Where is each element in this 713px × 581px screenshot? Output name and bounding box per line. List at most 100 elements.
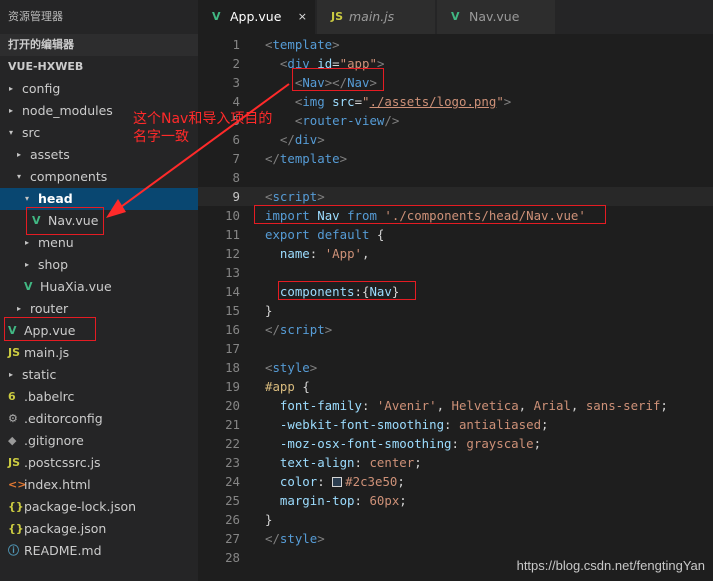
code-text: -webkit-font-smoothing: antialiased; <box>279 417 549 432</box>
code-line[interactable]: 16 </script> <box>198 320 713 339</box>
chevron-right-icon: ▸ <box>8 370 13 379</box>
code-line[interactable]: 12 name: 'App', <box>198 244 713 263</box>
tree-item-label: .gitignore <box>24 433 84 448</box>
code-text: margin-top: 60px; <box>279 493 407 508</box>
tree-item-components[interactable]: ▾ components <box>0 166 198 188</box>
line-number: 17 <box>225 341 240 356</box>
tree-item-config[interactable]: ▸ config <box>0 78 198 100</box>
tree-item-editorconfig[interactable]: ⚙ .editorconfig <box>0 408 198 430</box>
chevron-right-icon: ▸ <box>8 106 13 115</box>
code-text: export default { <box>265 227 385 242</box>
code-line[interactable]: 19 #app { <box>198 377 713 396</box>
highlight-app-file <box>4 317 96 341</box>
code-text: } <box>265 512 273 527</box>
code-line[interactable]: 21 -webkit-font-smoothing: antialiased; <box>198 415 713 434</box>
js-file-icon: JS <box>331 10 344 23</box>
code-line[interactable]: 6 </div> <box>198 130 713 149</box>
git-icon: ◆ <box>8 434 17 447</box>
chevron-right-icon: ▸ <box>16 150 21 159</box>
tree-item-index-html[interactable]: <> index.html <box>0 474 198 496</box>
tree-item-label: src <box>22 125 41 140</box>
tree-item-menu[interactable]: ▸ menu <box>0 232 198 254</box>
code-line[interactable]: 1 <template> <box>198 35 713 54</box>
line-number: 15 <box>225 303 240 318</box>
tree-item-label: package.json <box>24 521 107 536</box>
js-file-icon: JS <box>8 346 21 359</box>
code-line[interactable]: 5 <router-view/> <box>198 111 713 130</box>
highlight-nav-file <box>26 207 104 235</box>
tree-item-label: .editorconfig <box>24 411 103 426</box>
tree-item-label: main.js <box>24 345 70 360</box>
line-number: 2 <box>232 56 240 71</box>
line-number: 28 <box>225 550 240 565</box>
tree-item-gitignore[interactable]: ◆ .gitignore <box>0 430 198 452</box>
tree-item-label: static <box>22 367 57 382</box>
line-number: 11 <box>225 227 240 242</box>
code-line[interactable]: 20 font-family: 'Avenir', Helvetica, Ari… <box>198 396 713 415</box>
code-line[interactable]: 2 <div id="app"> <box>198 54 713 73</box>
tree-item-postcssrc-js[interactable]: JS .postcssrc.js <box>0 452 198 474</box>
tree-item-assets[interactable]: ▸ assets <box>0 144 198 166</box>
tree-item-label: shop <box>38 257 69 272</box>
code-line[interactable]: 27 </style> <box>198 529 713 548</box>
line-number: 23 <box>225 455 240 470</box>
code-line[interactable]: 17 <box>198 339 713 358</box>
vue-file-icon: V <box>212 10 221 23</box>
line-number: 12 <box>225 246 240 261</box>
tree-item-main-js[interactable]: JS main.js <box>0 342 198 364</box>
tree-item-babelrc[interactable]: 6 .babelrc <box>0 386 198 408</box>
tree-item-package-json[interactable]: {} package.json <box>0 518 198 540</box>
code-editor[interactable]: 1 <template> 2 <div id="app"> 3 <Nav></Nav>… <box>198 34 713 581</box>
code-line[interactable]: 4 <img src="./assets/logo.png"> <box>198 92 713 111</box>
code-text: <script> <box>265 189 325 204</box>
tab-label: App.vue <box>230 9 282 24</box>
code-line[interactable]: 26} <box>198 510 713 529</box>
code-line[interactable]: 24 color: #2c3e50; <box>198 472 713 491</box>
tree-item-label: components <box>30 169 108 184</box>
code-line[interactable]: 11 export default { <box>198 225 713 244</box>
info-icon: ⓘ <box>8 544 19 557</box>
line-number: 27 <box>225 531 240 546</box>
tree-item-readme-md[interactable]: ⓘ README.md <box>0 540 198 562</box>
tab-app-vue[interactable]: V App.vue × <box>198 0 316 34</box>
code-line[interactable]: 15} <box>198 301 713 320</box>
code-text: text-align: center; <box>279 455 422 470</box>
code-text: </template> <box>265 151 348 166</box>
code-line[interactable]: 23 text-align: center; <box>198 453 713 472</box>
code-text: </style> <box>265 531 325 546</box>
code-line[interactable]: 14 components:{Nav} <box>198 282 713 301</box>
tree-item-huaxia-vue[interactable]: V HuaXia.vue <box>0 276 198 298</box>
code-text: #app { <box>265 379 310 394</box>
highlight-components <box>278 281 416 300</box>
code-text: name: 'App', <box>279 246 370 261</box>
code-line[interactable]: 9 <script> <box>198 187 713 206</box>
line-number: 18 <box>225 360 240 375</box>
open-editors-section[interactable]: 打开的编辑器 <box>0 34 198 56</box>
tree-item-static[interactable]: ▸ static <box>0 364 198 386</box>
code-line[interactable]: 25 margin-top: 60px; <box>198 491 713 510</box>
close-icon[interactable]: × <box>298 0 307 34</box>
explorer-sidebar: 资源管理器 打开的编辑器 VUE-HXWEB ▸ config ▸ node_modu… <box>0 0 198 581</box>
code-line[interactable]: 13 <box>198 263 713 282</box>
code-line[interactable]: 8 <box>198 168 713 187</box>
code-line[interactable]: 7 </template> <box>198 149 713 168</box>
tree-item-label: .babelrc <box>24 389 75 404</box>
line-number: 25 <box>225 493 240 508</box>
code-text: -moz-osx-font-smoothing: grayscale; <box>279 436 542 451</box>
code-text: color: #2c3e50; <box>279 474 405 489</box>
tree-item-package-lock-json[interactable]: {} package-lock.json <box>0 496 198 518</box>
tree-item-shop[interactable]: ▸ shop <box>0 254 198 276</box>
tab-nav-vue[interactable]: V Nav.vue <box>437 0 556 34</box>
line-number: 9 <box>232 189 240 204</box>
tree-item-label: node_modules <box>22 103 113 118</box>
project-section[interactable]: VUE-HXWEB <box>0 56 198 78</box>
code-text: <router-view/> <box>294 113 400 128</box>
line-number: 13 <box>225 265 240 280</box>
code-text: <style> <box>265 360 318 375</box>
tab-main-js[interactable]: JS main.js <box>317 0 436 34</box>
code-line[interactable]: 18 <style> <box>198 358 713 377</box>
line-number: 16 <box>225 322 240 337</box>
line-number: 14 <box>225 284 240 299</box>
code-line[interactable]: 3 <Nav></Nav> <box>198 73 713 92</box>
code-line[interactable]: 22 -moz-osx-font-smoothing: grayscale; <box>198 434 713 453</box>
